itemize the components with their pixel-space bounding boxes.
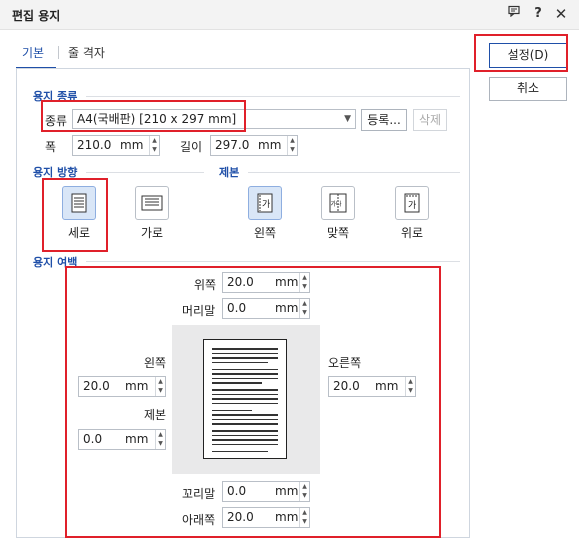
binding-facing-icon: 가나: [329, 193, 347, 213]
length-unit: mm: [258, 138, 282, 152]
tab-basic[interactable]: 기본: [22, 44, 44, 61]
landscape-option[interactable]: [135, 186, 169, 220]
section-divider: [248, 172, 460, 173]
highlight-margins: [65, 266, 441, 538]
binding-left-option[interactable]: 가: [248, 186, 282, 220]
spinner-arrows-icon[interactable]: ▲ ▼: [149, 136, 159, 155]
highlight-portrait: [42, 178, 108, 252]
title-bar: [0, 0, 579, 30]
binding-left-label: 왼쪽: [253, 226, 277, 240]
length-value: 297.0: [215, 138, 250, 152]
width-unit: mm: [120, 138, 144, 152]
close-icon[interactable]: ✕: [552, 5, 570, 23]
binding-facing-option[interactable]: 가나: [321, 186, 355, 220]
spinner-arrows-icon[interactable]: ▲ ▼: [287, 136, 297, 155]
length-spinner[interactable]: 297.0 mm ▲ ▼: [210, 135, 298, 156]
svg-text:가: 가: [262, 199, 270, 210]
delete-button[interactable]: 삭제: [413, 109, 447, 131]
tab-line-grid[interactable]: 줄 격자: [68, 44, 105, 61]
binding-facing-label: 맞쪽: [326, 226, 350, 240]
width-value: 210.0: [77, 138, 112, 152]
length-label: 길이: [180, 140, 203, 154]
width-spinner[interactable]: 210.0 mm ▲ ▼: [72, 135, 160, 156]
binding-top-label: 위로: [400, 226, 424, 240]
svg-text:가: 가: [408, 200, 416, 211]
highlight-ok: [474, 34, 568, 72]
help-icon[interactable]: ?: [529, 5, 547, 23]
landscape-label: 가로: [140, 226, 164, 240]
binding-top-icon: 가: [404, 193, 420, 213]
binding-top-option[interactable]: 가: [395, 186, 429, 220]
section-divider: [86, 172, 204, 173]
section-divider: [86, 261, 460, 262]
svg-text:가나: 가나: [331, 200, 343, 208]
tab-divider: [58, 46, 59, 59]
register-button[interactable]: 등록...: [361, 109, 407, 131]
cancel-button[interactable]: 취소: [489, 77, 567, 101]
comment-icon[interactable]: [505, 5, 523, 23]
chevron-down-icon: ▼: [344, 114, 351, 124]
dialog-title: 편집 용지: [12, 9, 61, 23]
section-binding: 제본: [219, 166, 240, 179]
section-divider: [86, 96, 460, 97]
binding-left-icon: 가: [257, 193, 273, 213]
highlight-kind: [41, 100, 246, 132]
width-label: 폭: [45, 140, 57, 154]
landscape-page-icon: [141, 195, 163, 211]
